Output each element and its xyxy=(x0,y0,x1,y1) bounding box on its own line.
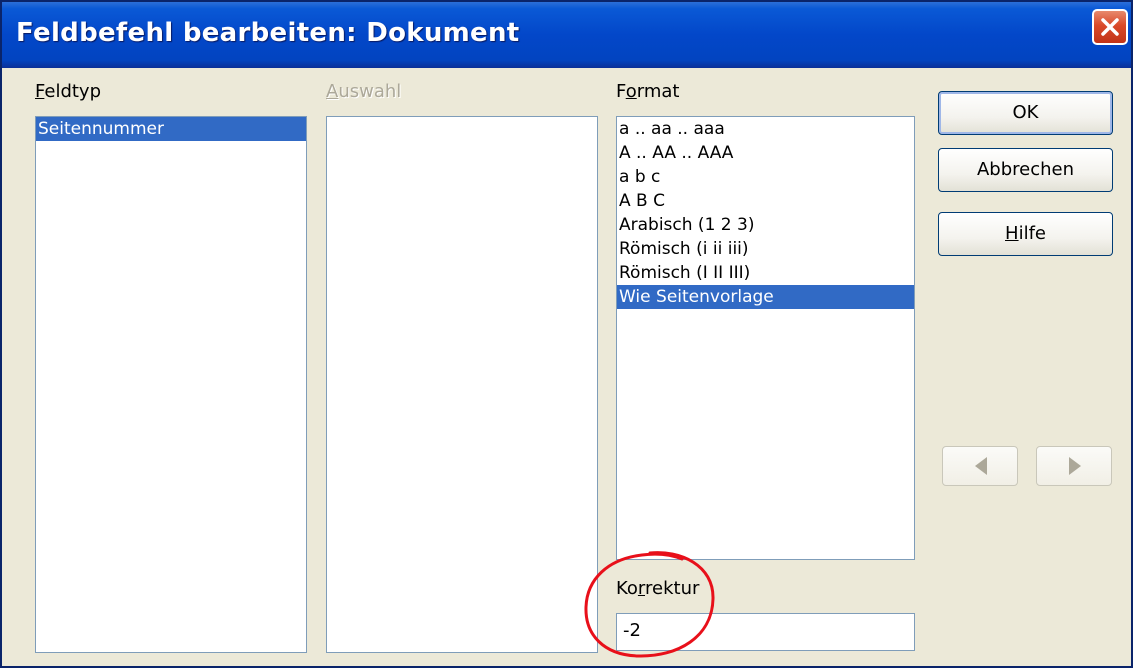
close-icon xyxy=(1101,18,1119,36)
previous-button[interactable] xyxy=(942,446,1018,486)
format-list-item[interactable]: a b c xyxy=(617,165,914,189)
next-button[interactable] xyxy=(1036,446,1112,486)
format-label: Format xyxy=(616,81,680,102)
format-list-item[interactable]: a .. aa .. aaa xyxy=(617,117,914,141)
korrektur-input[interactable]: -2 xyxy=(616,613,915,651)
cancel-button[interactable]: Abbrechen xyxy=(938,148,1113,192)
korrektur-label: Korrektur xyxy=(616,578,700,599)
format-list-item[interactable]: Arabisch (1 2 3) xyxy=(617,213,914,237)
format-listbox[interactable]: a .. aa .. aaa A .. AA .. AAA a b cA B C Ar… xyxy=(616,116,915,560)
format-list-item[interactable]: Römisch (I II III) xyxy=(617,261,914,285)
triangle-left-icon xyxy=(975,457,987,475)
auswahl-label: Auswahl xyxy=(326,81,402,102)
feldtyp-list-item[interactable]: Seitennummer xyxy=(36,117,306,141)
format-list-item[interactable]: A B C xyxy=(617,189,914,213)
dialog-title: Feldbefehl bearbeiten: Dokument xyxy=(16,18,520,48)
format-list-item[interactable]: Wie Seitenvorlage xyxy=(617,285,914,309)
feldtyp-label: Feldtyp xyxy=(35,81,102,102)
auswahl-listbox[interactable] xyxy=(326,116,598,653)
format-list-item[interactable]: A .. AA .. AAA xyxy=(617,141,914,165)
close-button[interactable] xyxy=(1092,9,1128,45)
feldtyp-listbox[interactable]: Seitennummer xyxy=(35,116,307,653)
help-button[interactable]: Hilfe xyxy=(938,212,1113,256)
title-bar[interactable]: Feldbefehl bearbeiten: Dokument xyxy=(2,2,1131,68)
field-edit-dialog: Feldbefehl bearbeiten: Dokument Feldtyp … xyxy=(0,0,1133,668)
triangle-right-icon xyxy=(1069,457,1081,475)
ok-button[interactable]: OK xyxy=(938,91,1113,135)
format-list-item[interactable]: Römisch (i ii iii) xyxy=(617,237,914,261)
